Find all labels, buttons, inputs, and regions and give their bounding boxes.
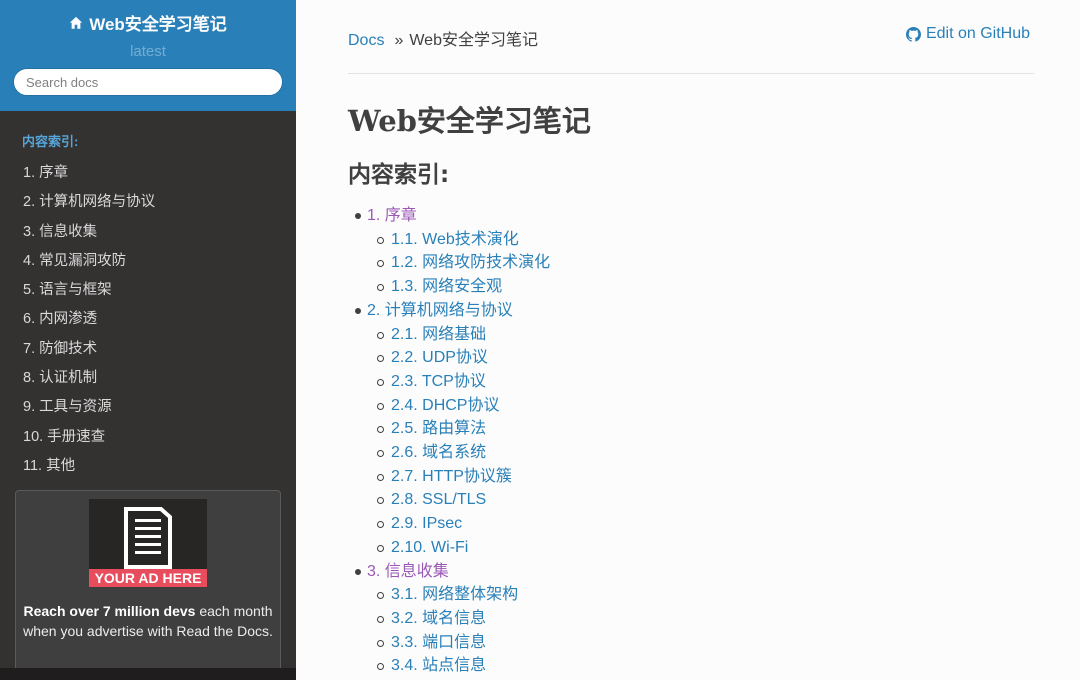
toc-subitem: 1.1. Web技术演化 — [367, 228, 550, 252]
toc-section-link[interactable]: 2. 计算机网络与协议 — [367, 302, 513, 319]
toc-section: 1. 序章 1.1. Web技术演化 1.2. 网络攻防技术演化 1.3. 网络安全观 — [348, 204, 550, 299]
toc-subitem-link[interactable]: 3.1. 网络整体架构 — [391, 586, 518, 603]
github-icon — [905, 26, 921, 42]
toc-subitem: 1.2. 网络攻防技术演化 — [367, 251, 550, 275]
page-title: Web安全学习笔记 — [348, 104, 591, 138]
breadcrumb-docs-link[interactable]: Docs — [348, 32, 384, 49]
sidebar-nav: 1. 序章 2. 计算机网络与协议 3. 信息收集 4. 常见漏洞攻防 5. 语言与框架… — [0, 159, 296, 481]
main-content: Docs» Web安全学习笔记 Edit on GitHub Web安全学习笔记 … — [296, 0, 1080, 680]
toc-subitem: 2.2. UDP协议 — [367, 346, 550, 370]
toc-subitem-link[interactable]: 1.1. Web技术演化 — [391, 231, 519, 248]
sidebar-item[interactable]: 9. 工具与资源 — [0, 393, 296, 422]
toc-subitem: 3.1. 网络整体架构 — [367, 583, 550, 607]
sidebar-item[interactable]: 2. 计算机网络与协议 — [0, 188, 296, 217]
sidebar-footer — [0, 668, 296, 680]
toc-subitem-link[interactable]: 3.3. 端口信息 — [391, 634, 486, 651]
sidebar-item[interactable]: 1. 序章 — [0, 159, 296, 188]
nav-caption: 内容索引: — [22, 134, 79, 149]
ad-text: Reach over 7 million devs each month whe… — [16, 601, 280, 641]
toc-subitem: 2.8. SSL/TLS — [367, 488, 550, 512]
toc-subitem: 3.3. 端口信息 — [367, 631, 550, 655]
toc-list: 1. 序章 1.1. Web技术演化 1.2. 网络攻防技术演化 1.3. 网络安全观… — [348, 204, 550, 678]
toc-subitem-link[interactable]: 2.2. UDP协议 — [391, 349, 488, 366]
sidebar-item[interactable]: 3. 信息收集 — [0, 218, 296, 247]
toc-subitem-link[interactable]: 2.4. DHCP协议 — [391, 397, 499, 414]
toc-subitem: 2.6. 域名系统 — [367, 441, 550, 465]
toc-subitem-link[interactable]: 2.3. TCP协议 — [391, 373, 486, 390]
ad-box[interactable]: YOUR AD HERE Reach over 7 million devs e… — [15, 490, 281, 680]
toc-subitem-link[interactable]: 2.6. 域名系统 — [391, 444, 486, 461]
toc-subitem-link[interactable]: 1.3. 网络安全观 — [391, 278, 502, 295]
brand-link[interactable]: Web安全学习笔记 — [69, 10, 227, 35]
sidebar-item[interactable]: 6. 内网渗透 — [0, 305, 296, 334]
sidebar-header: Web安全学习笔记 latest — [0, 0, 296, 111]
toc-subitem: 2.4. DHCP协议 — [367, 394, 550, 418]
toc-section-link[interactable]: 1. 序章 — [367, 207, 417, 224]
sidebar-item[interactable]: 10. 手册速查 — [0, 423, 296, 452]
sidebar-item[interactable]: 5. 语言与框架 — [0, 276, 296, 305]
toc-subitem-link[interactable]: 2.8. SSL/TLS — [391, 491, 486, 508]
toc-section: 2. 计算机网络与协议 2.1. 网络基础 2.2. UDP协议 2.3. TCP协议… — [348, 299, 550, 560]
toc-subitem-link[interactable]: 2.5. 路由算法 — [391, 420, 486, 437]
edit-label: Edit on GitHub — [925, 25, 1030, 42]
search-input[interactable] — [13, 68, 283, 96]
sidebar-item[interactable]: 4. 常见漏洞攻防 — [0, 247, 296, 276]
toc-subitem-link[interactable]: 2.1. 网络基础 — [391, 326, 486, 343]
edit-on-github-link[interactable]: Edit on GitHub — [905, 25, 1030, 43]
toc-subitem: 2.1. 网络基础 — [367, 323, 550, 347]
toc-subitem-link[interactable]: 2.7. HTTP协议簇 — [391, 468, 512, 485]
home-icon — [70, 16, 83, 29]
toc-subitem-link[interactable]: 1.2. 网络攻防技术演化 — [391, 254, 550, 271]
version-label: latest — [130, 43, 166, 60]
sidebar-item[interactable]: 11. 其他 — [0, 452, 296, 481]
section-heading: 内容索引: — [348, 162, 450, 188]
breadcrumb-separator: » — [394, 32, 404, 49]
toc-subitem: 2.3. TCP协议 — [367, 370, 550, 394]
toc-subitem: 3.4. 站点信息 — [367, 654, 550, 678]
toc-subitem: 3.2. 域名信息 — [367, 607, 550, 631]
toc-sublist: 3.1. 网络整体架构 3.2. 域名信息 3.3. 端口信息 3.4. 站点信息 — [367, 583, 550, 678]
ad-text-bold: Reach over 7 million devs — [23, 603, 196, 619]
sidebar-item[interactable]: 7. 防御技术 — [0, 335, 296, 364]
book-icon — [124, 507, 172, 569]
toc-subitem: 2.9. IPsec — [367, 512, 550, 536]
toc-subitem: 2.10. Wi-Fi — [367, 536, 550, 560]
toc-subitem: 2.7. HTTP协议簇 — [367, 465, 550, 489]
ad-image[interactable]: YOUR AD HERE — [89, 499, 207, 587]
toc-subitem: 2.5. 路由算法 — [367, 417, 550, 441]
divider — [348, 73, 1034, 74]
toc-subitem-link[interactable]: 2.10. Wi-Fi — [391, 539, 468, 556]
toc-sublist: 2.1. 网络基础 2.2. UDP协议 2.3. TCP协议 2.4. DHCP协议… — [367, 323, 550, 560]
ad-banner: YOUR AD HERE — [89, 569, 207, 587]
toc-subitem-link[interactable]: 2.9. IPsec — [391, 515, 462, 532]
breadcrumb: Docs » Web安全学习笔记 — [348, 26, 538, 50]
brand-title: Web安全学习笔记 — [89, 15, 227, 34]
toc-subitem-link[interactable]: 3.2. 域名信息 — [391, 610, 486, 627]
toc-section-link[interactable]: 3. 信息收集 — [367, 563, 449, 580]
breadcrumb-current: Web安全学习笔记 — [409, 32, 538, 49]
toc-section: 3. 信息收集 3.1. 网络整体架构 3.2. 域名信息 3.3. 端口信息 3.4.… — [348, 560, 550, 679]
toc-subitem-link[interactable]: 3.4. 站点信息 — [391, 657, 486, 674]
sidebar: Web安全学习笔记 latest 内容索引: 1. 序章2. 计算机网络与协议3… — [0, 0, 296, 680]
sidebar-item[interactable]: 8. 认证机制 — [0, 364, 296, 393]
toc-sublist: 1.1. Web技术演化 1.2. 网络攻防技术演化 1.3. 网络安全观 — [367, 228, 550, 299]
toc-subitem: 1.3. 网络安全观 — [367, 275, 550, 299]
